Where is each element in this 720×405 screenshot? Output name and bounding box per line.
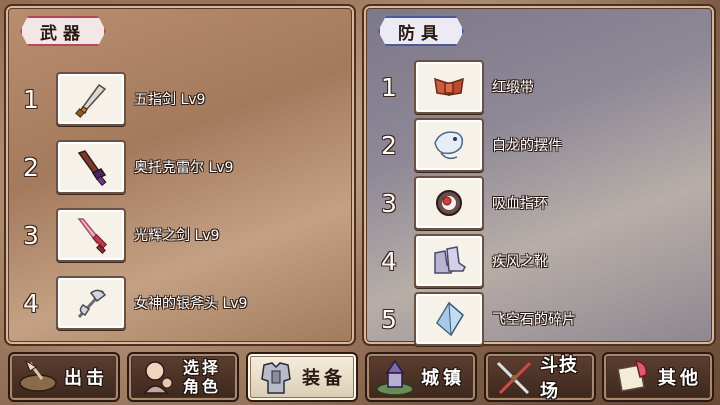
sortie-button[interactable]: 出击 bbox=[8, 352, 120, 402]
weapons-panel: 武器 1 五指剑 Lv9 2 奥托克雷尔 Lv9 3 光辉之剑 Lv9 4 女神… bbox=[4, 4, 356, 346]
radiant-sword-icon bbox=[56, 208, 126, 262]
red-ribbon-icon bbox=[414, 60, 484, 114]
scroll-quill-icon bbox=[608, 354, 656, 400]
airship-icon bbox=[14, 354, 62, 400]
select-character-button[interactable]: 选择 角色 bbox=[127, 352, 239, 402]
slot-number: 5 bbox=[381, 304, 397, 334]
select-character-label-line2: 角色 bbox=[183, 377, 222, 396]
select-character-label: 选择 角色 bbox=[183, 358, 221, 396]
slot-number: 2 bbox=[381, 130, 397, 160]
armor-slot-3[interactable]: 3 吸血指环 bbox=[364, 174, 714, 232]
castle-icon bbox=[371, 354, 419, 400]
armor-icon bbox=[252, 354, 300, 400]
character-portrait-icon bbox=[133, 354, 181, 400]
crossed-swords-icon bbox=[490, 354, 538, 400]
armor-slot-4[interactable]: 4 疾风之靴 bbox=[364, 232, 714, 290]
purple-blade-icon bbox=[56, 140, 126, 194]
silver-axe-icon bbox=[56, 276, 126, 330]
slot-number: 4 bbox=[381, 246, 397, 276]
skystone-shard-icon bbox=[414, 292, 484, 346]
weapon-slot-4[interactable]: 4 女神的银斧头 Lv9 bbox=[6, 274, 354, 332]
weapon-name: 光辉之剑 Lv9 bbox=[134, 228, 220, 244]
slot-number: 1 bbox=[23, 84, 39, 114]
slot-number: 2 bbox=[23, 152, 39, 182]
white-dragon-ornament-icon bbox=[414, 118, 484, 172]
weapons-title: 武器 bbox=[20, 16, 106, 46]
dagger-icon bbox=[56, 72, 126, 126]
armor-name: 吸血指环 bbox=[492, 196, 548, 212]
bottom-menu: 出击 选择 角色 装备 城镇 斗技场 其他 bbox=[0, 350, 720, 405]
select-character-label-line1: 选择 bbox=[183, 358, 222, 377]
armor-slot-2[interactable]: 2 白龙的摆件 bbox=[364, 116, 714, 174]
other-button[interactable]: 其他 bbox=[602, 352, 714, 402]
weapon-name: 女神的银斧头 Lv9 bbox=[134, 296, 248, 312]
arena-button[interactable]: 斗技场 bbox=[484, 352, 596, 402]
equipment-button[interactable]: 装备 bbox=[246, 352, 358, 402]
weapon-name: 奥托克雷尔 Lv9 bbox=[134, 160, 234, 176]
gale-boots-icon bbox=[414, 234, 484, 288]
armor-slot-5[interactable]: 5 飞空石的碎片 bbox=[364, 290, 714, 348]
town-label: 城镇 bbox=[421, 368, 465, 389]
armor-name: 飞空石的碎片 bbox=[492, 312, 576, 328]
armor-name: 红缎带 bbox=[492, 80, 534, 96]
town-button[interactable]: 城镇 bbox=[365, 352, 477, 402]
weapon-slot-2[interactable]: 2 奥托克雷尔 Lv9 bbox=[6, 138, 354, 196]
equipment-label: 装备 bbox=[302, 368, 346, 389]
other-label: 其他 bbox=[658, 368, 702, 389]
vampire-ring-icon bbox=[414, 176, 484, 230]
weapon-slot-3[interactable]: 3 光辉之剑 Lv9 bbox=[6, 206, 354, 264]
armor-name: 疾风之靴 bbox=[492, 254, 548, 270]
slot-number: 3 bbox=[381, 188, 397, 218]
armor-title: 防具 bbox=[378, 16, 464, 46]
weapon-slot-1[interactable]: 1 五指剑 Lv9 bbox=[6, 70, 354, 128]
armor-panel: 防具 1 红缎带 2 白龙的摆件 3 吸血指环 4 疾风之靴 5 飞空石的碎片 bbox=[362, 4, 716, 346]
slot-number: 3 bbox=[23, 220, 39, 250]
slot-number: 4 bbox=[23, 288, 39, 318]
armor-name: 白龙的摆件 bbox=[492, 138, 562, 154]
weapon-name: 五指剑 Lv9 bbox=[134, 92, 206, 108]
sortie-label: 出击 bbox=[64, 368, 108, 389]
slot-number: 1 bbox=[381, 72, 397, 102]
armor-slot-1[interactable]: 1 红缎带 bbox=[364, 58, 714, 116]
arena-label: 斗技场 bbox=[540, 355, 578, 402]
